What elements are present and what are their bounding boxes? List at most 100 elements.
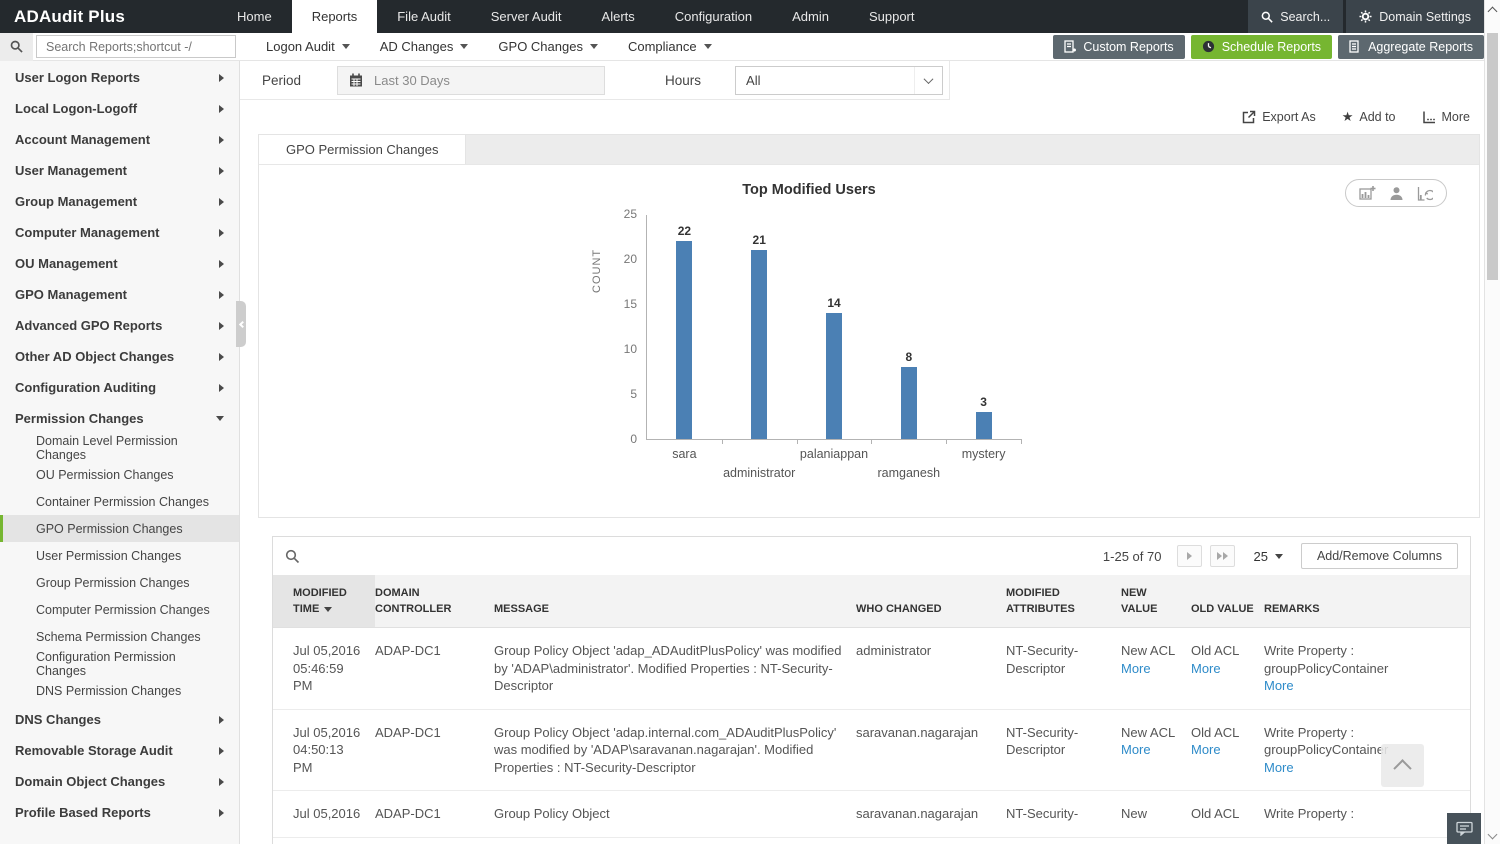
column-header-who-changed[interactable]: WHO CHANGED (856, 575, 1006, 628)
add-remove-columns-button[interactable]: Add/Remove Columns (1301, 543, 1458, 569)
sidebar-item-dns-changes[interactable]: DNS Changes (0, 704, 239, 735)
calendar-icon (338, 73, 374, 87)
page-scrollbar[interactable] (1484, 0, 1500, 844)
sidebar-item-other-ad-object-changes[interactable]: Other AD Object Changes (0, 341, 239, 372)
cell-who-changed: saravanan.nagarajan (856, 791, 1006, 838)
column-header-old-value[interactable]: OLD VALUE (1191, 575, 1264, 628)
aggregate-reports-button[interactable]: Aggregate Reports (1338, 35, 1484, 59)
column-header-modified-time[interactable]: MODIFIED TIME (273, 575, 375, 628)
custom-reports-button[interactable]: Custom Reports (1053, 35, 1184, 59)
chart-refresh-icon[interactable] (1417, 186, 1433, 201)
chevron-down-icon (216, 416, 224, 421)
sidebar-collapse-handle[interactable] (236, 301, 246, 347)
sidebar-subitem-configuration-permission-changes[interactable]: Configuration Permission Changes (0, 650, 239, 677)
column-header-remarks[interactable]: REMARKS (1264, 575, 1470, 628)
page-size-select[interactable]: 25 (1253, 549, 1282, 564)
chevron-right-icon (219, 384, 224, 392)
report-filter-bar: Period Last 30 Days Hours All (240, 61, 950, 100)
chart-type-icon[interactable] (1359, 185, 1376, 201)
export-as-button[interactable]: Export As (1242, 110, 1316, 124)
hours-select[interactable]: All (735, 66, 943, 95)
sidebar-item-ou-management[interactable]: OU Management (0, 248, 239, 279)
nav-item-server-audit[interactable]: Server Audit (471, 0, 582, 33)
sidebar-item-user-logon-reports[interactable]: User Logon Reports (0, 62, 239, 93)
sidebar-item-domain-object-changes[interactable]: Domain Object Changes (0, 766, 239, 797)
sidebar-subitem-computer-permission-changes[interactable]: Computer Permission Changes (0, 596, 239, 623)
sidebar-item-account-management[interactable]: Account Management (0, 124, 239, 155)
top-users-icon[interactable] (1389, 186, 1404, 201)
sidebar-item-configuration-auditing[interactable]: Configuration Auditing (0, 372, 239, 403)
sidebar-subitem-container-permission-changes[interactable]: Container Permission Changes (0, 488, 239, 515)
feedback-button[interactable] (1447, 813, 1481, 844)
schedule-reports-button[interactable]: Schedule Reports (1191, 35, 1332, 59)
nav-item-file-audit[interactable]: File Audit (377, 0, 470, 33)
scrollbar-thumb[interactable] (1487, 33, 1498, 280)
next-page-button[interactable] (1177, 545, 1202, 567)
sidebar-subitem-domain-level-permission-changes[interactable]: Domain Level Permission Changes (0, 434, 239, 461)
chevron-down-icon (342, 44, 350, 49)
sidebar-item-profile-based-reports[interactable]: Profile Based Reports (0, 797, 239, 828)
nav-item-home[interactable]: Home (217, 0, 292, 33)
chevron-down-icon (704, 44, 712, 49)
sidebar-item-local-logon-logoff[interactable]: Local Logon-Logoff (0, 93, 239, 124)
scrollbar-down-arrow[interactable] (1488, 830, 1498, 840)
sidebar-item-removable-storage-audit[interactable]: Removable Storage Audit (0, 735, 239, 766)
column-header-new-value[interactable]: NEW VALUE (1121, 575, 1191, 628)
cell-new-value: New (1121, 791, 1191, 838)
menu-gpo-changes[interactable]: GPO Changes (498, 39, 598, 54)
old-value-more-link[interactable]: More (1191, 741, 1254, 759)
next-page-icon (1187, 552, 1192, 560)
domain-settings-button[interactable]: Domain Settings (1346, 0, 1484, 33)
new-value-more-link[interactable]: More (1121, 660, 1181, 678)
column-header-message[interactable]: MESSAGE (494, 575, 856, 628)
table-search-icon[interactable] (285, 549, 300, 564)
nav-item-configuration[interactable]: Configuration (655, 0, 772, 33)
nav-item-admin[interactable]: Admin (772, 0, 849, 33)
sidebar-subitem-ou-permission-changes[interactable]: OU Permission Changes (0, 461, 239, 488)
nav-item-alerts[interactable]: Alerts (582, 0, 655, 33)
bar-value-label: 14 (827, 296, 840, 310)
tab-gpo-permission-changes[interactable]: GPO Permission Changes (259, 135, 466, 164)
report-action-buttons: Custom Reports Schedule Reports Aggregat… (1053, 35, 1484, 59)
scrollbar-up-arrow[interactable] (1488, 7, 1498, 17)
add-to-button[interactable]: ★ Add to (1342, 110, 1396, 124)
menu-logon-audit[interactable]: Logon Audit (266, 39, 350, 54)
column-header-domain-controller[interactable]: DOMAIN CONTROLLER (375, 575, 494, 628)
bar-slot-administrator: 21 administrator (722, 215, 797, 439)
sidebar-item-gpo-management[interactable]: GPO Management (0, 279, 239, 310)
new-value-more-link[interactable]: More (1121, 741, 1181, 759)
document-plus-icon (1064, 40, 1076, 53)
global-search-button[interactable]: Search... (1248, 0, 1343, 33)
chevron-right-icon (219, 167, 224, 175)
menu-compliance[interactable]: Compliance (628, 39, 712, 54)
chevron-right-icon (219, 74, 224, 82)
sidebar-item-permission-changes[interactable]: Permission Changes (0, 403, 239, 434)
cell-message: Group Policy Object 'adap.internal.com_A… (494, 709, 856, 791)
report-search-input[interactable] (36, 35, 236, 58)
sidebar-subitem-schema-permission-changes[interactable]: Schema Permission Changes (0, 623, 239, 650)
sidebar-subitem-gpo-permission-changes[interactable]: GPO Permission Changes (0, 515, 239, 542)
cell-domain-controller: ADAP-DC1 (375, 628, 494, 710)
nav-item-support[interactable]: Support (849, 0, 935, 33)
y-axis-tick: 5 (609, 387, 637, 401)
sidebar-subitem-group-permission-changes[interactable]: Group Permission Changes (0, 569, 239, 596)
chevron-right-icon (219, 322, 224, 330)
sidebar-subitem-user-permission-changes[interactable]: User Permission Changes (0, 542, 239, 569)
sidebar-subitem-dns-permission-changes[interactable]: DNS Permission Changes (0, 677, 239, 704)
nav-item-reports[interactable]: Reports (292, 0, 378, 33)
more-actions-button[interactable]: More (1422, 110, 1470, 124)
menu-ad-changes[interactable]: AD Changes (380, 39, 469, 54)
column-header-modified-attributes[interactable]: MODIFIED ATTRIBUTES (1006, 575, 1121, 628)
bar-slot-sara: 22 sara (647, 215, 722, 439)
scroll-to-top-button[interactable] (1381, 744, 1424, 787)
remarks-more-link[interactable]: More (1264, 759, 1460, 777)
old-value-more-link[interactable]: More (1191, 660, 1254, 678)
sidebar-item-group-management[interactable]: Group Management (0, 186, 239, 217)
last-page-button[interactable] (1210, 545, 1235, 567)
remarks-more-link[interactable]: More (1264, 677, 1460, 695)
sidebar-item-computer-management[interactable]: Computer Management (0, 217, 239, 248)
chart-toolbar (1345, 179, 1447, 207)
sidebar-item-advanced-gpo-reports[interactable]: Advanced GPO Reports (0, 310, 239, 341)
period-picker[interactable]: Last 30 Days (337, 66, 605, 95)
sidebar-item-user-management[interactable]: User Management (0, 155, 239, 186)
